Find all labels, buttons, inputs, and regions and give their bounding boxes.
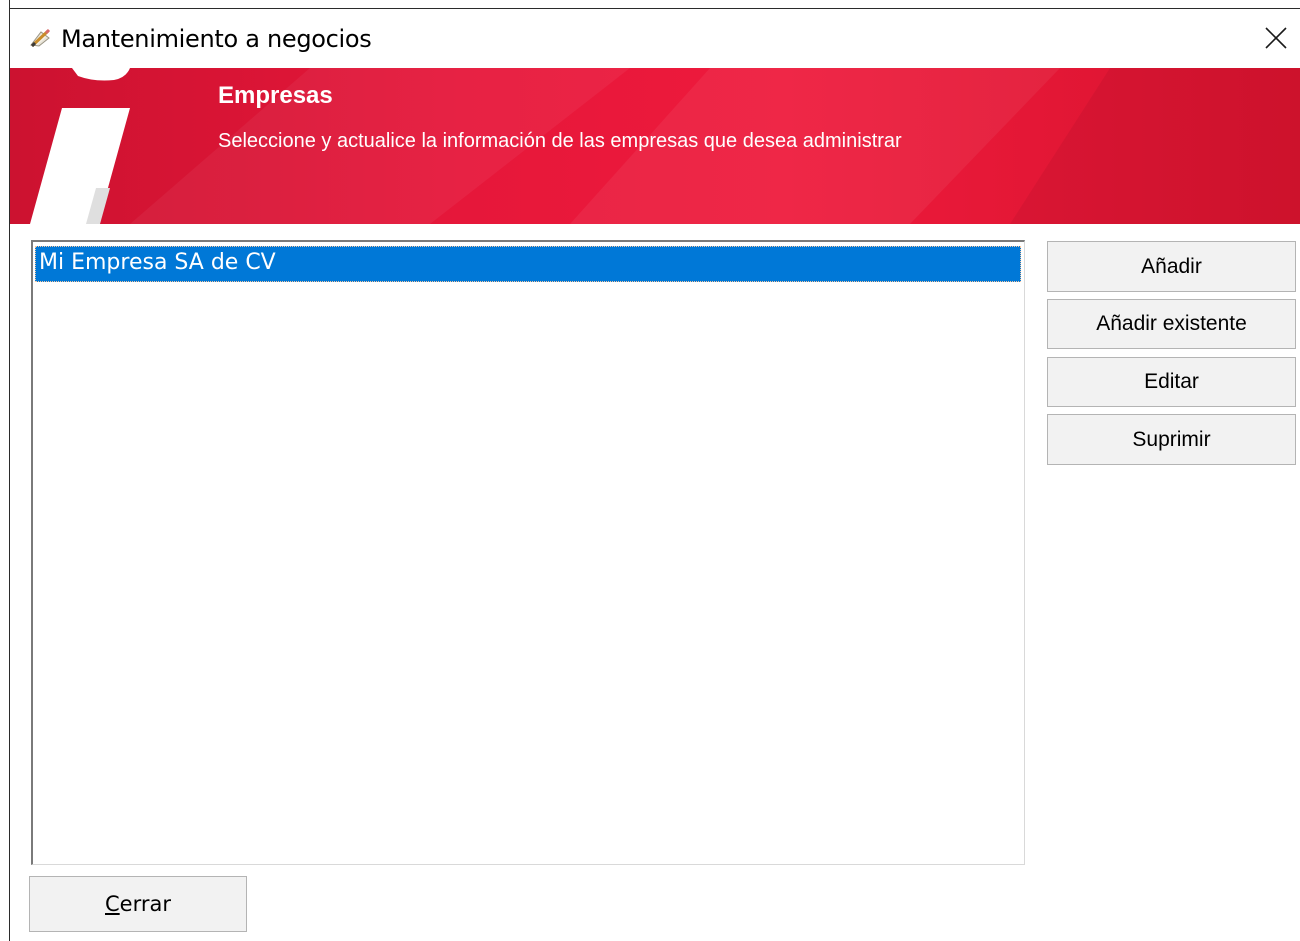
banner-subtitle: Seleccione y actualice la información de…: [218, 130, 902, 152]
close-button-label: errar: [119, 892, 171, 916]
banner-title: Empresas: [218, 82, 333, 109]
close-button[interactable]: Cerrar: [29, 876, 247, 932]
close-icon: [1265, 27, 1287, 49]
list-item[interactable]: Mi Empresa SA de CV: [35, 246, 1021, 282]
close-window-button[interactable]: [1256, 21, 1296, 55]
window-title: Mantenimiento a negocios: [61, 25, 372, 53]
info-logo-icon: [30, 68, 130, 224]
title-bar: Mantenimiento a negocios: [10, 9, 1300, 68]
delete-button[interactable]: Suprimir: [1047, 414, 1296, 465]
dialog-window: Mantenimiento a negocios Empresas Selecc…: [0, 0, 1300, 941]
add-button[interactable]: Añadir: [1047, 241, 1296, 292]
companies-listbox[interactable]: Mi Empresa SA de CV: [31, 240, 1025, 865]
close-button-accelerator: C: [105, 892, 120, 916]
pencil-paper-icon: [29, 28, 51, 48]
edit-button[interactable]: Editar: [1047, 357, 1296, 407]
add-existing-button[interactable]: Añadir existente: [1047, 299, 1296, 349]
header-banner: Empresas Seleccione y actualice la infor…: [10, 68, 1300, 224]
